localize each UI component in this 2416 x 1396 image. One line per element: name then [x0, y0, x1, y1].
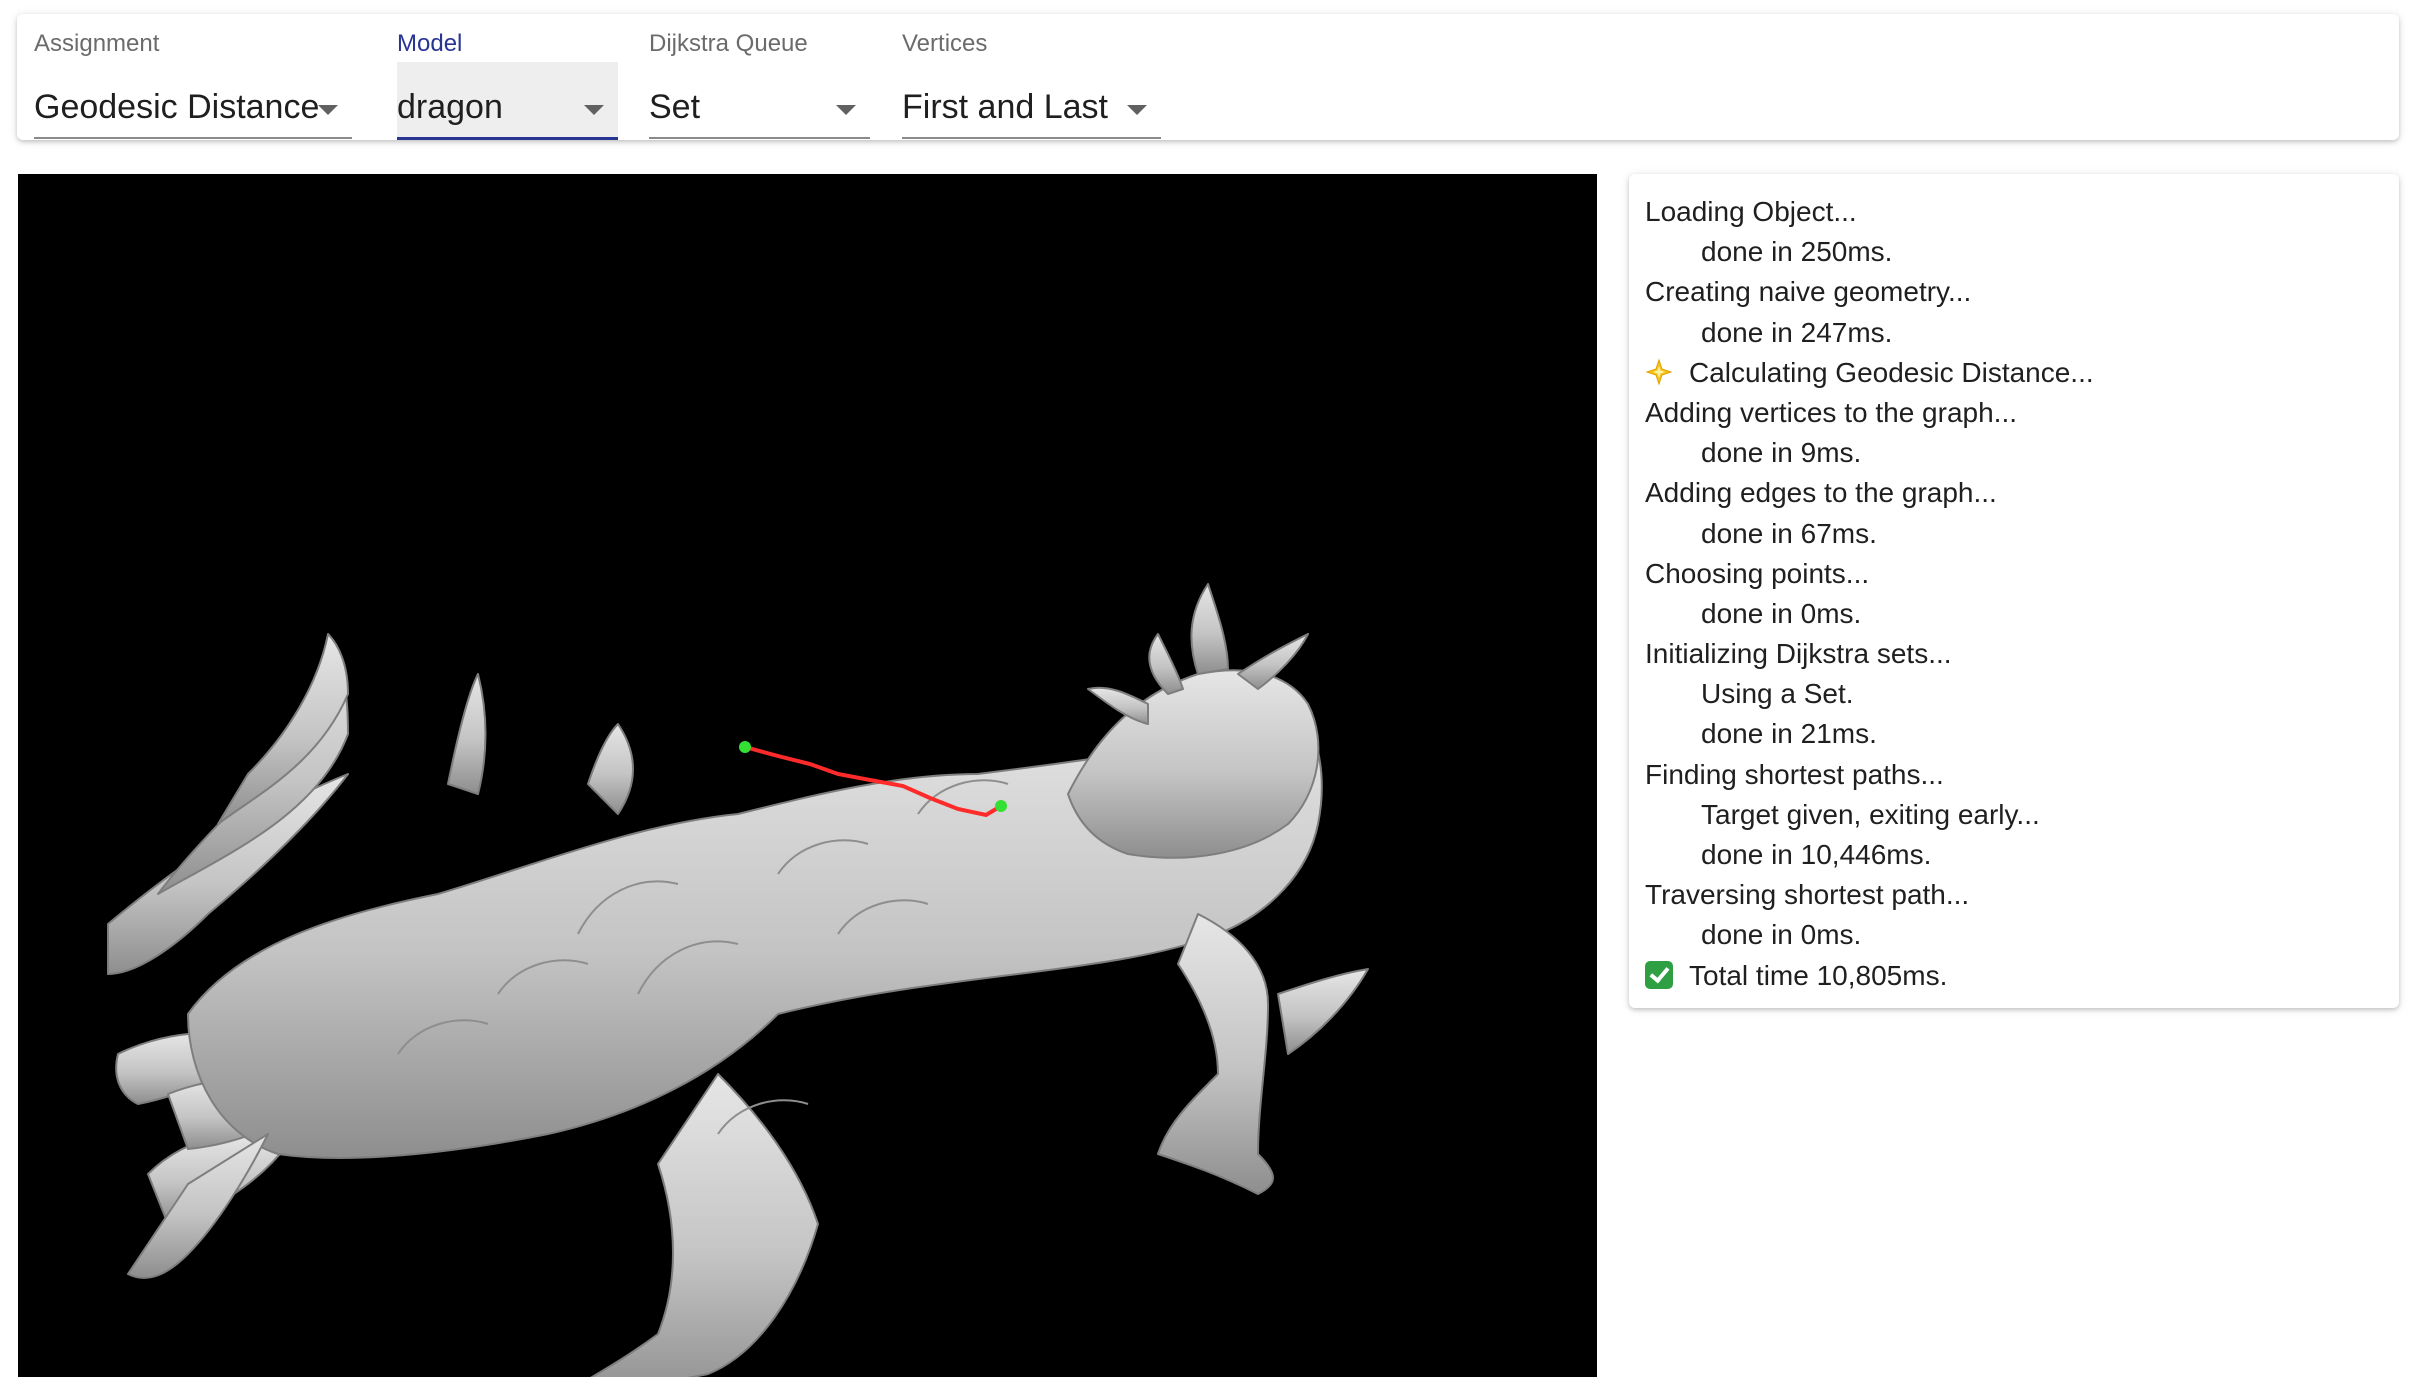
assignment-value: Geodesic Distance: [34, 88, 320, 126]
path-start-point: [739, 741, 751, 753]
log-line: Loading Object...: [1645, 196, 1857, 227]
3d-viewport[interactable]: [18, 174, 1597, 1377]
log-line: Traversing shortest path...: [1645, 879, 1970, 911]
log-line: done in 0ms.: [1701, 919, 1862, 951]
log-line: done in 250ms.: [1701, 236, 1893, 268]
log-line: done in 10,446ms.: [1701, 839, 1932, 870]
assignment-label: Assignment: [34, 30, 160, 57]
dijkstra-queue-label: Dijkstra Queue: [649, 30, 808, 57]
log-line: Total time 10,805ms.: [1645, 956, 2389, 996]
log-lines: Loading Object... done in 250ms. Creatin…: [1645, 192, 2389, 996]
path-end-point: [995, 800, 1007, 812]
log-line: Using a Set.: [1701, 678, 1854, 710]
log-line: Finding shortest paths...: [1645, 758, 1944, 790]
log-line: Adding edges to the graph...: [1645, 477, 1997, 509]
vertices-select-box[interactable]: First and Last: [902, 62, 1161, 139]
assignment-select[interactable]: Assignment Geodesic Distance: [34, 14, 352, 140]
log-line: Creating naive geometry...: [1645, 276, 1972, 308]
toolbar: Assignment Geodesic Distance Model drago…: [17, 14, 2399, 140]
model-select[interactable]: Model dragon: [397, 14, 618, 140]
log-line: Initializing Dijkstra sets...: [1645, 638, 1952, 670]
chevron-down-icon[interactable]: [584, 105, 604, 115]
model-select-box[interactable]: dragon: [397, 62, 618, 140]
log-line: Calculating Geodesic Distance...: [1645, 353, 2389, 393]
log-line: done in 247ms.: [1701, 316, 1893, 348]
dijkstra-queue-value: Set: [649, 88, 701, 126]
chevron-down-icon[interactable]: [318, 105, 338, 115]
log-line: done in 0ms.: [1701, 597, 1862, 629]
dijkstra-queue-select-box[interactable]: Set: [649, 62, 870, 139]
chevron-down-icon[interactable]: [1127, 105, 1147, 115]
chevron-down-icon[interactable]: [836, 105, 856, 115]
vertices-value: First and Last: [902, 88, 1108, 126]
vertices-select[interactable]: Vertices First and Last: [902, 14, 1161, 140]
check-icon: [1645, 960, 1673, 989]
dragon-mesh: [107, 583, 1369, 1377]
model-value: dragon: [397, 88, 503, 126]
log-line: Target given, exiting early...: [1701, 798, 2040, 830]
log-line: done in 21ms.: [1701, 718, 1877, 750]
log-line: Choosing points...: [1645, 557, 1870, 589]
log-line: Adding vertices to the graph...: [1645, 396, 2017, 428]
log-panel: Loading Object... done in 250ms. Creatin…: [1629, 174, 2399, 1008]
log-line: done in 9ms.: [1701, 437, 1862, 469]
dijkstra-queue-select[interactable]: Dijkstra Queue Set: [649, 14, 870, 140]
vertices-label: Vertices: [902, 30, 988, 57]
sparkle-icon: [1645, 358, 1673, 386]
model-label: Model: [397, 30, 463, 57]
assignment-select-box[interactable]: Geodesic Distance: [34, 62, 352, 139]
dragon-mesh-render[interactable]: [18, 174, 1597, 1377]
log-line: done in 67ms.: [1701, 517, 1877, 549]
